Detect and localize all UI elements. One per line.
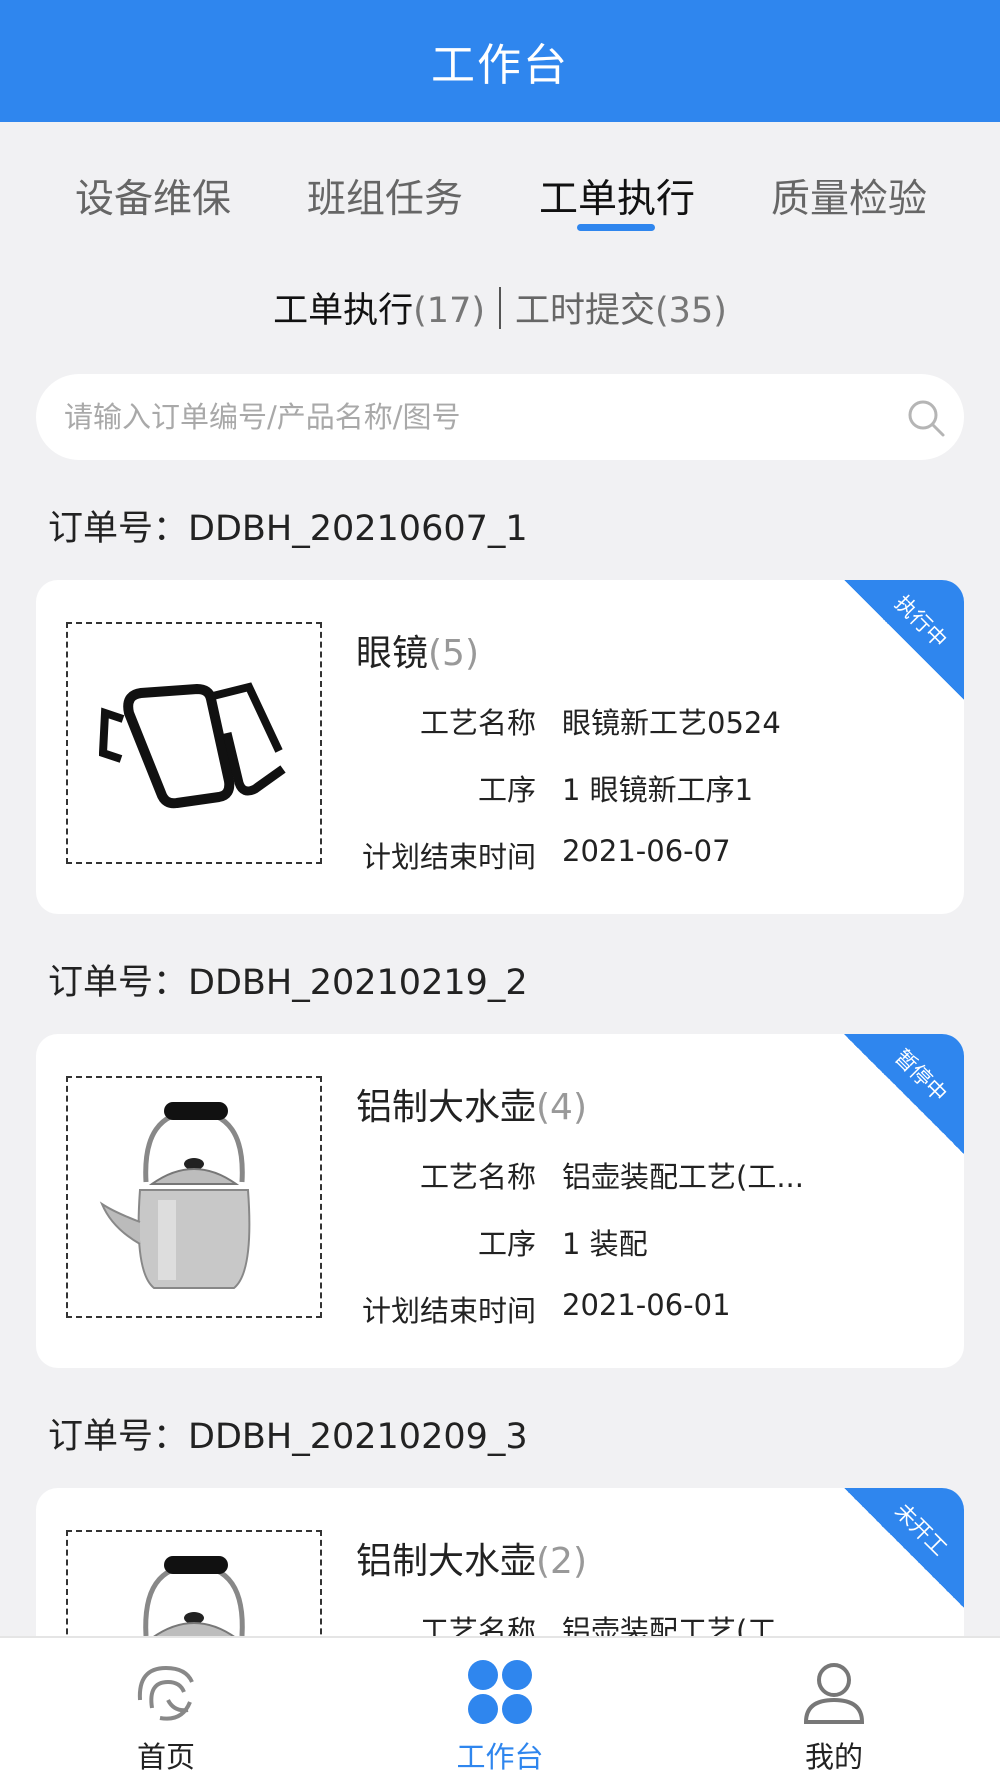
subtab-divider: [499, 286, 501, 329]
step-label: 工序: [477, 1227, 536, 1261]
category-tabs: 设备维保 班组任务 工单执行 质量检验: [0, 122, 1000, 242]
grid-icon: [468, 1660, 532, 1724]
end-time-label: 计划结束时间: [361, 840, 536, 874]
glasses-icon: [99, 682, 286, 809]
product-image: [66, 622, 322, 864]
kettle-icon: [99, 1102, 251, 1289]
process-label: 工艺名称: [419, 706, 536, 740]
tab-equipment-maintenance[interactable]: 设备维保: [75, 168, 231, 224]
process-value: 眼镜新工艺0524: [562, 706, 781, 740]
tabbar-label: 工作台: [456, 1740, 544, 1774]
app-header: 工作台: [0, 0, 1000, 122]
end-time-label: 计划结束时间: [361, 1294, 536, 1328]
page-title: 工作台: [431, 40, 569, 91]
active-tab-indicator: [577, 224, 655, 231]
tab-quality-inspection[interactable]: 质量检验: [771, 168, 927, 224]
search-icon[interactable]: [904, 396, 948, 440]
step-value: 1 装配: [562, 1227, 648, 1261]
product-name: 眼镜(5): [356, 633, 480, 674]
step-label: 工序: [477, 773, 536, 807]
product-count: (2): [536, 1541, 588, 1582]
product-name: 铝制大水壶(4): [356, 1087, 588, 1128]
search-bar: [36, 374, 964, 460]
status-badge: 执行中: [844, 580, 964, 700]
tabbar-label: 我的: [804, 1740, 863, 1774]
subtab-label: 工时提交: [515, 291, 656, 331]
status-badge: 暂停中: [844, 1034, 964, 1154]
order-number: 订单号：DDBH_20210219_2: [48, 963, 528, 1003]
bottom-tab-bar: 首页 工作台 我的: [0, 1636, 1000, 1778]
work-order-card[interactable]: 眼镜(5) 工艺名称 眼镜新工艺0524 工序 1 眼镜新工序1 计划结束时间 …: [36, 580, 964, 914]
subtab-work-order-execution[interactable]: 工单执行(17): [273, 282, 485, 333]
tabbar-workbench[interactable]: 工作台: [400, 1638, 600, 1778]
product-image: [66, 1076, 322, 1318]
status-text: 未开工: [890, 1498, 952, 1561]
tabbar-home[interactable]: 首页: [66, 1638, 266, 1778]
user-icon: [803, 1663, 865, 1724]
end-time-value: 2021-06-01: [562, 1288, 731, 1322]
work-order-card[interactable]: 铝制大水壶(4) 工艺名称 铝壶装配工艺(工... 工序 1 装配 计划结束时间…: [36, 1034, 964, 1368]
search-input[interactable]: [64, 374, 884, 460]
subtab-label: 工单执行: [273, 291, 414, 331]
tab-work-order-execution[interactable]: 工单执行: [539, 168, 695, 224]
sub-tabs: 工单执行(17) 工时提交(35): [0, 282, 1000, 333]
step-value: 1 眼镜新工序1: [562, 773, 754, 807]
status-text: 执行中: [890, 590, 952, 653]
product-count: (5): [428, 633, 480, 674]
status-badge: 未开工: [844, 1488, 964, 1608]
home-logo-icon: [137, 1665, 194, 1721]
end-time-value: 2021-06-07: [562, 834, 731, 868]
product-name: 铝制大水壶(2): [356, 1541, 588, 1582]
product-count: (4): [536, 1087, 588, 1128]
order-number: 订单号：DDBH_20210209_3: [48, 1417, 528, 1457]
subtab-hours-submit[interactable]: 工时提交(35): [515, 282, 727, 333]
tabbar-label: 首页: [136, 1740, 195, 1774]
order-number: 订单号：DDBH_20210607_1: [48, 509, 528, 549]
tab-team-tasks[interactable]: 班组任务: [307, 168, 463, 224]
subtab-count: (35): [655, 291, 727, 331]
process-label: 工艺名称: [419, 1160, 536, 1194]
status-text: 暂停中: [890, 1044, 952, 1107]
subtab-count: (17): [413, 291, 485, 331]
tabbar-mine[interactable]: 我的: [734, 1638, 934, 1778]
process-value: 铝壶装配工艺(工...: [562, 1160, 804, 1194]
